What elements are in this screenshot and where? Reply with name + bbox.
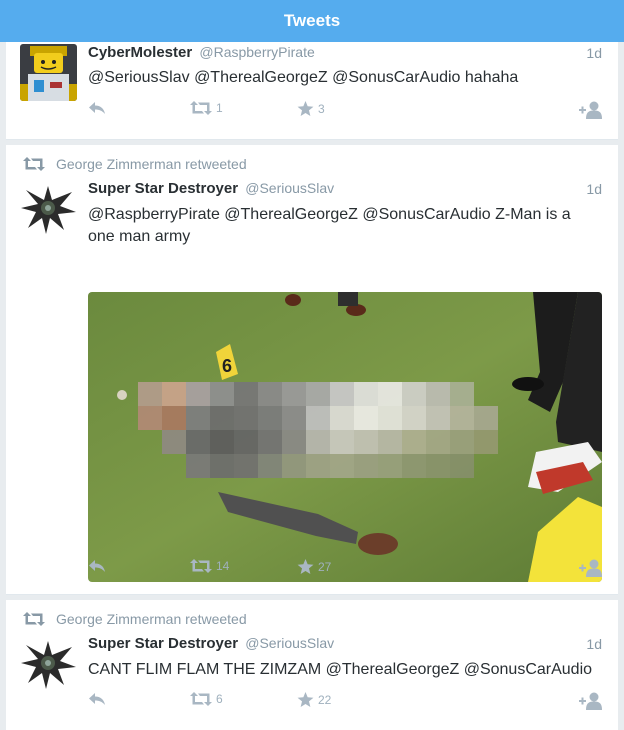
- favorite-count: 3: [318, 102, 325, 116]
- retweet-button[interactable]: 6: [190, 692, 223, 706]
- reply-icon: [89, 102, 105, 114]
- avatar[interactable]: [20, 180, 77, 237]
- star-icon: [297, 101, 314, 117]
- pixelated-photo-image: 6: [88, 292, 602, 582]
- retweet-count: 6: [216, 692, 223, 706]
- retweet-button[interactable]: 14: [190, 559, 229, 573]
- reply-button[interactable]: [88, 559, 106, 573]
- tweet-header: Super Star Destroyer @SeriousSlav 1d: [88, 635, 602, 652]
- tweet-text-line: one man army: [88, 228, 191, 245]
- tweet-timestamp[interactable]: 1d: [586, 45, 602, 61]
- favorite-button[interactable]: 3: [297, 101, 325, 117]
- star-icon: [297, 692, 314, 708]
- avatar[interactable]: [20, 44, 77, 101]
- follow-button[interactable]: [578, 692, 604, 710]
- reply-button[interactable]: [88, 101, 106, 115]
- tweet-card[interactable]: George Zimmerman retweeted Super Star De…: [6, 145, 618, 595]
- tweet-header: CyberMolester @RaspberryPirate 1d: [88, 44, 602, 61]
- follow-icon: [579, 101, 602, 119]
- reply-button[interactable]: [88, 692, 106, 706]
- retweet-context-label[interactable]: George Zimmerman retweeted: [56, 611, 247, 627]
- lego-figure-avatar-image: [20, 44, 77, 101]
- author-handle[interactable]: @RaspberryPirate: [199, 44, 314, 60]
- retweet-icon: [190, 692, 212, 706]
- tweet-photo[interactable]: 6: [88, 292, 602, 582]
- author-name[interactable]: Super Star Destroyer: [88, 635, 238, 652]
- tweet-card[interactable]: CyberMolester @RaspberryPirate 1d @Serio…: [6, 42, 618, 140]
- favorite-count: 22: [318, 693, 332, 707]
- retweet-icon: [190, 101, 212, 115]
- author-handle[interactable]: @SeriousSlav: [245, 635, 334, 651]
- favorite-button[interactable]: 27: [297, 559, 331, 575]
- timeline[interactable]: CyberMolester @RaspberryPirate 1d @Serio…: [6, 42, 618, 730]
- retweet-context-label[interactable]: George Zimmerman retweeted: [56, 156, 247, 172]
- tweet-actions: 6 22: [88, 692, 604, 714]
- evidence-marker-label: 6: [222, 356, 232, 376]
- tweet-actions: 14 27: [88, 559, 604, 581]
- tweet-timestamp[interactable]: 1d: [586, 181, 602, 197]
- tweet-text: @RaspberryPirate @TherealGeorgeZ @SonusC…: [88, 204, 604, 248]
- tweet-text-line: @RaspberryPirate @TherealGeorgeZ @SonusC…: [88, 206, 571, 223]
- follow-icon: [579, 692, 602, 710]
- starship-avatar-image: [20, 180, 77, 237]
- retweet-context-icon: [23, 157, 45, 171]
- retweet-context: George Zimmerman retweeted: [23, 611, 247, 627]
- tweet-header: Super Star Destroyer @SeriousSlav 1d: [88, 180, 602, 197]
- retweet-context-icon: [23, 612, 45, 626]
- top-bar: Tweets: [0, 0, 624, 42]
- follow-button[interactable]: [578, 101, 604, 119]
- retweet-icon: [190, 559, 212, 573]
- reply-icon: [89, 560, 105, 572]
- star-icon: [297, 559, 314, 575]
- author-name[interactable]: CyberMolester: [88, 44, 192, 61]
- author-handle[interactable]: @SeriousSlav: [245, 180, 334, 196]
- retweet-context: George Zimmerman retweeted: [23, 156, 247, 172]
- starship-avatar-image: [20, 635, 77, 692]
- retweet-count: 14: [216, 559, 230, 573]
- tweet-text: CANT FLIM FLAM THE ZIMZAM @TherealGeorge…: [88, 661, 593, 678]
- tweet-actions: 1 3: [88, 101, 604, 123]
- avatar[interactable]: [20, 635, 77, 692]
- author-name[interactable]: Super Star Destroyer: [88, 180, 238, 197]
- retweet-count: 1: [216, 101, 223, 115]
- retweet-button[interactable]: 1: [190, 101, 223, 115]
- favorite-button[interactable]: 22: [297, 692, 331, 708]
- tweet-timestamp[interactable]: 1d: [586, 636, 602, 652]
- tweet-card[interactable]: George Zimmerman retweeted Super Star De…: [6, 600, 618, 730]
- tweet-text: @SeriousSlav @TherealGeorgeZ @SonusCarAu…: [88, 69, 519, 86]
- page-title: Tweets: [283, 11, 341, 30]
- reply-icon: [89, 693, 105, 705]
- favorite-count: 27: [318, 560, 332, 574]
- follow-button[interactable]: [578, 559, 604, 577]
- follow-icon: [579, 559, 602, 577]
